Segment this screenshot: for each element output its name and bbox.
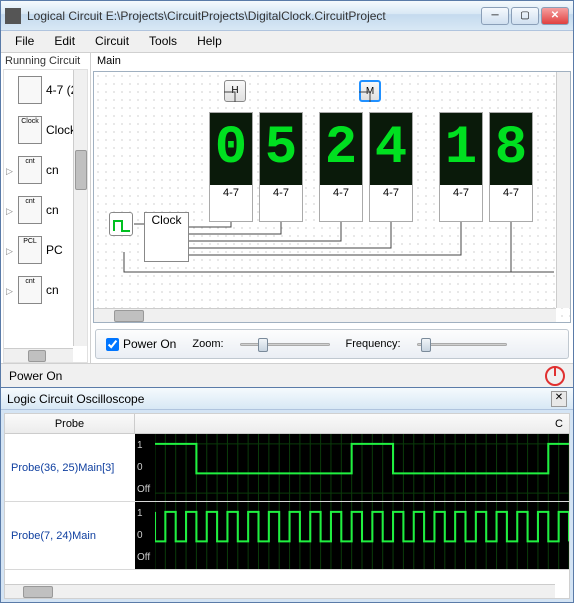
tree-v-scrollbar[interactable] [73, 70, 87, 346]
tree-label: Clock [46, 123, 76, 137]
power-checkbox-input[interactable] [106, 338, 119, 351]
clock-pulse-icon[interactable] [109, 212, 133, 236]
frequency-slider[interactable] [417, 336, 507, 352]
menu-tools[interactable]: Tools [139, 31, 187, 52]
tree-label: cn [46, 163, 59, 177]
sidebar-title: Running Circuit [1, 53, 90, 69]
oscilloscope-row: Probe(7, 24)Main 10Off [5, 502, 569, 570]
tree-label: cn [46, 283, 59, 297]
circuit-canvas[interactable]: H M 04-7 54-7 24-7 44-7 14-7 84-7 Clock [93, 71, 571, 323]
zoom-slider[interactable] [240, 336, 330, 352]
digit: 0 [210, 113, 252, 185]
slider-thumb[interactable] [421, 338, 431, 352]
controls-bar: Power On Zoom: Frequency: [95, 329, 569, 359]
seven-seg-display[interactable]: 44-7 [369, 112, 413, 222]
power-on-checkbox[interactable]: Power On [106, 337, 176, 351]
oscilloscope-h-scrollbar[interactable] [5, 584, 555, 598]
scrollbar-thumb[interactable] [28, 350, 46, 362]
sidebar: Running Circuit 4-7 (2 ClockClock ▷cntcn… [1, 53, 91, 363]
oscilloscope-titlebar: Logic Circuit Oscilloscope ✕ [1, 388, 573, 410]
canvas-h-scrollbar[interactable] [94, 308, 556, 322]
minimize-button[interactable]: ─ [481, 7, 509, 25]
status-text: Power On [9, 369, 62, 383]
menu-file[interactable]: File [5, 31, 44, 52]
close-button[interactable]: ✕ [541, 7, 569, 25]
tree-label: PC [46, 243, 63, 257]
column-header-probe[interactable]: Probe [5, 414, 135, 433]
scrollbar-thumb[interactable] [75, 150, 87, 190]
scope-display: 10Off [135, 434, 569, 501]
maximize-button[interactable]: ▢ [511, 7, 539, 25]
statusbar: Power On [1, 363, 573, 387]
app-icon [5, 8, 21, 24]
scrollbar-thumb[interactable] [114, 310, 144, 322]
seven-seg-display[interactable]: 84-7 [489, 112, 533, 222]
seven-seg-display[interactable]: 54-7 [259, 112, 303, 222]
column-header-c[interactable]: C [135, 414, 569, 433]
signal-waveform [155, 512, 569, 542]
menu-circuit[interactable]: Circuit [85, 31, 139, 52]
expand-icon[interactable]: ▷ [6, 206, 14, 214]
digit: 1 [440, 113, 482, 185]
menu-help[interactable]: Help [187, 31, 232, 52]
seven-seg-display[interactable]: 04-7 [209, 112, 253, 222]
digit: 5 [260, 113, 302, 185]
frequency-label: Frequency: [346, 338, 401, 350]
expand-icon[interactable]: ▷ [6, 286, 14, 294]
scope-display: 10Off [135, 502, 569, 569]
circuit-tree[interactable]: 4-7 (2 ClockClock ▷cntcn ▷cntcn ▷PCLPC ▷… [3, 69, 88, 363]
oscilloscope-title: Logic Circuit Oscilloscope [7, 392, 144, 406]
probe-name[interactable]: Probe(36, 25)Main[3] [5, 434, 135, 501]
titlebar: Logical Circuit E:\Projects\CircuitProje… [1, 1, 573, 31]
expand-icon[interactable]: ▷ [6, 166, 14, 174]
seven-seg-display[interactable]: 14-7 [439, 112, 483, 222]
expand-icon[interactable]: ▷ [6, 246, 14, 254]
slider-thumb[interactable] [258, 338, 268, 352]
oscilloscope-row: Probe(36, 25)Main[3] 10Off [5, 434, 569, 502]
canvas-title: Main [91, 53, 573, 69]
digit: 4 [370, 113, 412, 185]
menubar: File Edit Circuit Tools Help [1, 31, 573, 53]
power-icon[interactable] [545, 366, 565, 386]
tree-label: cn [46, 203, 59, 217]
digit: 8 [490, 113, 532, 185]
canvas-v-scrollbar[interactable] [556, 72, 570, 308]
menu-edit[interactable]: Edit [44, 31, 85, 52]
tree-h-scrollbar[interactable] [4, 348, 73, 362]
clock-block[interactable]: Clock [144, 212, 189, 262]
scrollbar-thumb[interactable] [23, 586, 53, 598]
probe-name[interactable]: Probe(7, 24)Main [5, 502, 135, 569]
seven-seg-display[interactable]: 24-7 [319, 112, 363, 222]
digit: 2 [320, 113, 362, 185]
tag-m-button[interactable]: M [359, 80, 381, 102]
oscilloscope-close-button[interactable]: ✕ [551, 391, 567, 407]
tag-h-button[interactable]: H [224, 80, 246, 102]
window-title: Logical Circuit E:\Projects\CircuitProje… [27, 9, 481, 23]
zoom-label: Zoom: [192, 338, 223, 350]
